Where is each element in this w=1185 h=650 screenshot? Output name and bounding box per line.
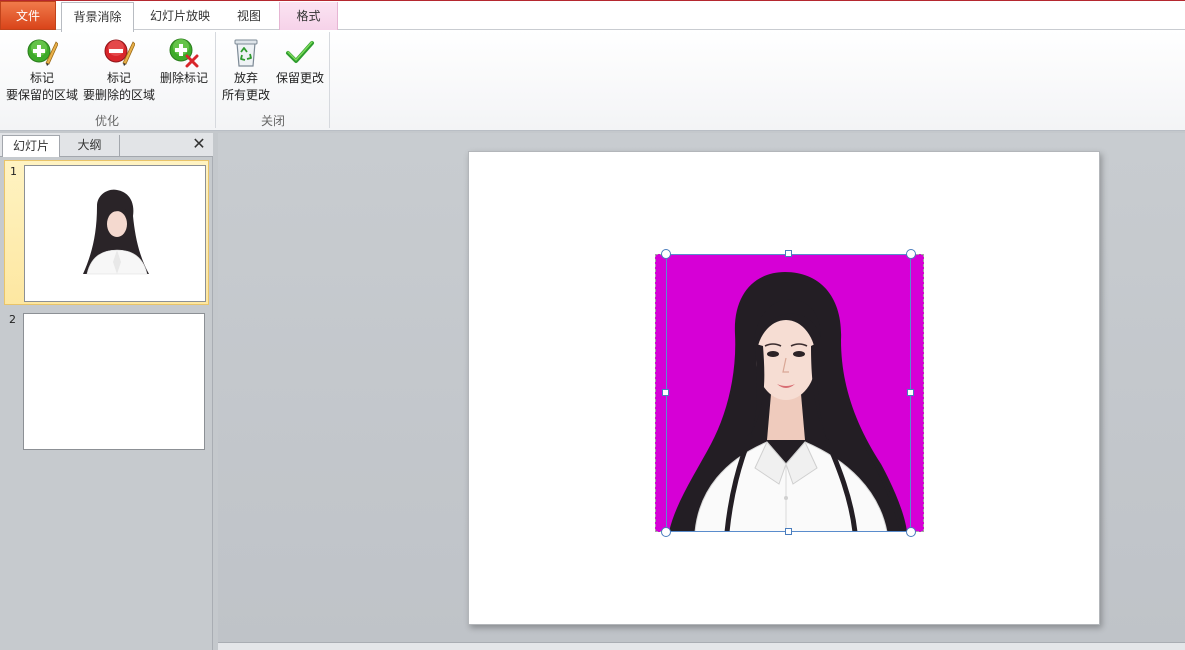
resize-handle-left[interactable] bbox=[662, 389, 669, 396]
tab-format[interactable]: 格式 bbox=[279, 2, 338, 30]
slide-thumbnail[interactable] bbox=[24, 165, 206, 302]
delete-mark-label: 删除标记 bbox=[159, 71, 208, 85]
tab-slides[interactable]: 幻灯片 bbox=[2, 135, 60, 157]
thumbnail-portrait-image bbox=[83, 189, 149, 275]
resize-handle-right[interactable] bbox=[907, 389, 914, 396]
resize-handle-bottom[interactable] bbox=[785, 528, 792, 535]
mark-keep-label-1: 标记 bbox=[29, 71, 54, 85]
keep-area-selection-box[interactable] bbox=[666, 254, 911, 532]
resize-handle-top-right[interactable] bbox=[906, 249, 916, 259]
slide-editing-area bbox=[218, 133, 1185, 642]
group-separator bbox=[215, 32, 216, 128]
resize-handle-bottom-right[interactable] bbox=[906, 527, 916, 537]
resize-handle-bottom-left[interactable] bbox=[661, 527, 671, 537]
mark-remove-label-1: 标记 bbox=[106, 71, 131, 85]
ribbon-tab-bar: 文件 背景消除 幻灯片放映 视图 格式 bbox=[0, 0, 1185, 32]
group-separator bbox=[329, 32, 330, 128]
resize-handle-top[interactable] bbox=[785, 250, 792, 257]
discard-changes-button[interactable]: 放弃 所有更改 bbox=[219, 36, 273, 104]
mark-keep-button[interactable]: 标记 要保留的区域 bbox=[4, 36, 80, 104]
slide-canvas[interactable] bbox=[468, 151, 1100, 625]
pane-tabs: 幻灯片 大纲 ✕ bbox=[0, 133, 213, 157]
recycle-bin-icon bbox=[234, 39, 258, 67]
tab-view[interactable]: 视图 bbox=[226, 2, 272, 30]
slide-number: 1 bbox=[10, 165, 17, 178]
close-icon[interactable]: ✕ bbox=[191, 136, 207, 152]
slide-thumbnail-row[interactable]: 2 bbox=[4, 309, 209, 454]
slide-thumbnail-row[interactable]: 1 bbox=[4, 160, 209, 305]
resize-handle-top-left[interactable] bbox=[661, 249, 671, 259]
discard-label-2: 所有更改 bbox=[221, 88, 270, 102]
group-label-refine: 优化 bbox=[94, 114, 119, 128]
tab-file[interactable]: 文件 bbox=[0, 1, 56, 30]
group-label-close: 关闭 bbox=[260, 114, 285, 128]
mark-keep-label-2: 要保留的区域 bbox=[5, 88, 78, 102]
slide-number: 2 bbox=[9, 313, 16, 326]
keep-changes-label: 保留更改 bbox=[275, 71, 324, 85]
tab-outline[interactable]: 大纲 bbox=[60, 135, 120, 157]
mark-remove-label-2: 要删除的区域 bbox=[82, 88, 155, 102]
plus-pencil-icon bbox=[27, 39, 58, 66]
tab-slideshow[interactable]: 幻灯片放映 bbox=[140, 2, 220, 30]
minus-pencil-icon bbox=[104, 39, 135, 66]
plus-x-icon bbox=[169, 38, 199, 68]
keep-changes-button[interactable]: 保留更改 bbox=[274, 36, 326, 87]
slide-thumbnail[interactable] bbox=[23, 313, 205, 450]
tab-background-removal[interactable]: 背景消除 bbox=[61, 2, 134, 32]
slides-pane: 幻灯片 大纲 ✕ 1 2 bbox=[0, 133, 213, 650]
ribbon: 标记 要保留的区域 标记 要删除的区域 删除标记 优化 放弃 所有更改 保留更改… bbox=[0, 30, 1185, 131]
discard-label-1: 放弃 bbox=[233, 71, 258, 85]
mark-remove-button[interactable]: 标记 要删除的区域 bbox=[82, 36, 156, 104]
notes-pane-edge bbox=[218, 642, 1185, 650]
checkmark-icon bbox=[286, 41, 314, 63]
delete-mark-button[interactable]: 删除标记 bbox=[158, 36, 210, 87]
